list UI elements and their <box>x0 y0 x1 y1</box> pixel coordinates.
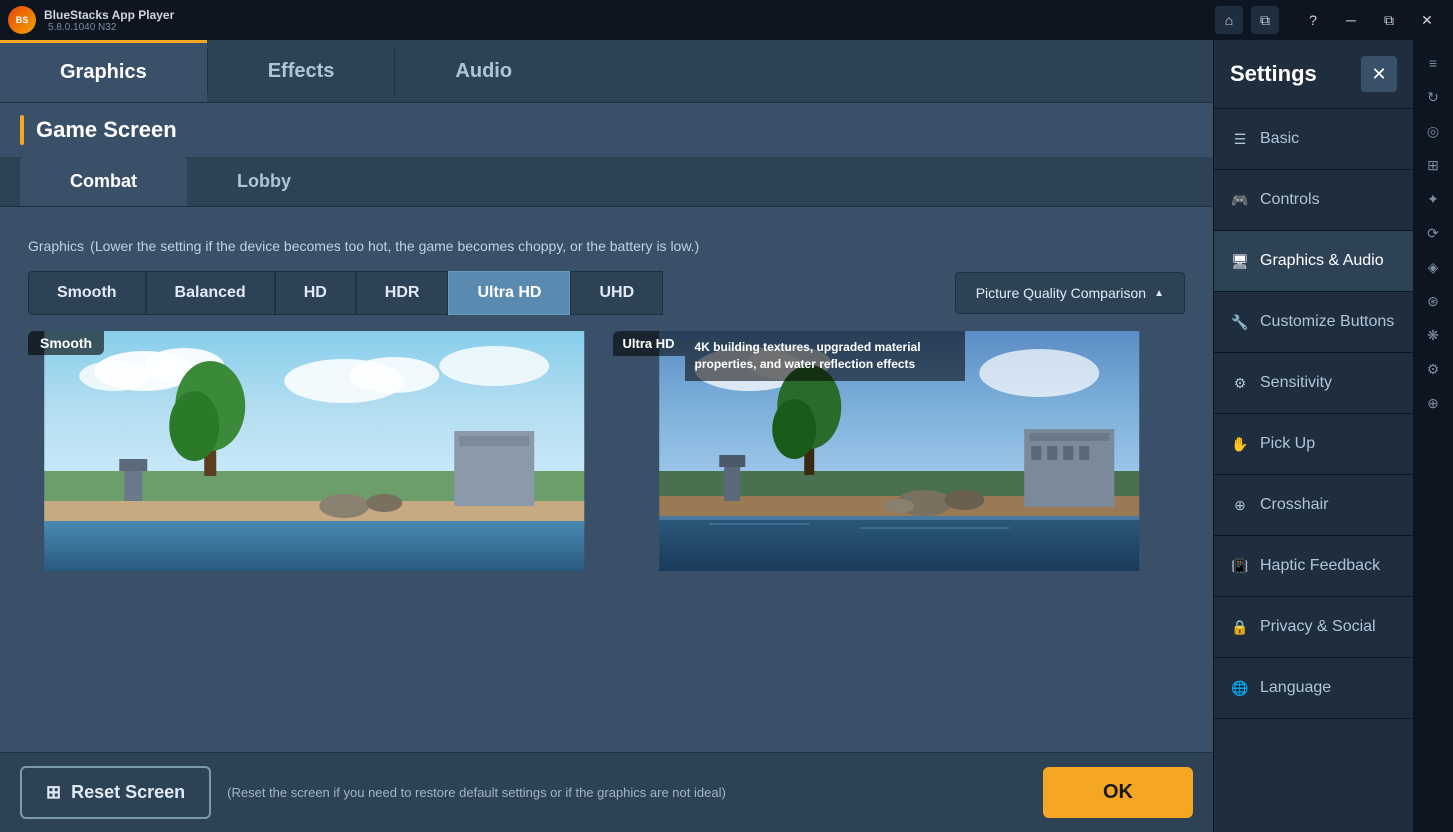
sub-tab-lobby[interactable]: Lobby <box>187 157 341 206</box>
graphics-icon: 🖥 <box>1230 251 1250 271</box>
app-name: BlueStacks App Player <box>44 8 174 22</box>
privacy-icon: 🔒 <box>1230 617 1250 637</box>
ok-button[interactable]: OK <box>1043 767 1193 818</box>
close-button[interactable]: ✕ <box>1409 6 1445 34</box>
quality-buttons: Smooth Balanced HD HDR Ultra HD UHD Pict… <box>28 271 1185 315</box>
app-logo: BS <box>8 6 36 34</box>
ultra-hd-description: 4K building textures, upgraded material … <box>685 331 965 381</box>
app-version: 5.8.0.1040 N32 <box>48 22 174 33</box>
strip-icon-8[interactable]: ⊛ <box>1418 286 1448 316</box>
customize-icon: 🔧 <box>1230 312 1250 332</box>
basic-icon: ☰ <box>1230 129 1250 149</box>
comparison-container: Smooth <box>28 331 1185 571</box>
tabs-button[interactable]: ⧉ <box>1251 6 1279 34</box>
sensitivity-icon: ⚙ <box>1230 373 1250 393</box>
strip-icon-6[interactable]: ⟳ <box>1418 218 1448 248</box>
section-header: Game Screen <box>0 103 1213 157</box>
close-settings-button[interactable]: ✕ <box>1361 56 1397 92</box>
language-icon: 🌐 <box>1230 678 1250 698</box>
reset-hint: (Reset the screen if you need to restore… <box>227 785 1027 800</box>
tab-effects[interactable]: Effects <box>208 40 395 102</box>
graphics-section: Graphics (Lower the setting if the devic… <box>28 231 1185 571</box>
minimize-button[interactable]: ─ <box>1333 6 1369 34</box>
right-icon-strip: ≡ ↻ ◎ ⊞ ✦ ⟳ ◈ ⊛ ❋ ⚙ ⊕ <box>1413 40 1453 832</box>
tab-bar: Graphics Effects Audio <box>0 40 1213 103</box>
reset-icon: ⊞ <box>46 782 61 803</box>
right-sidebar: Settings ✕ ☰ Basic 🎮 Controls 🖥 Graphics… <box>1213 40 1413 832</box>
sidebar-item-haptic-feedback[interactable]: 📳 Haptic Feedback <box>1214 536 1413 597</box>
quality-uhd[interactable]: UHD <box>570 271 663 315</box>
pickup-icon: ✋ <box>1230 434 1250 454</box>
sidebar-item-privacy-social[interactable]: 🔒 Privacy & Social <box>1214 597 1413 658</box>
restore-button[interactable]: ⧉ <box>1371 6 1407 34</box>
tab-audio[interactable]: Audio <box>395 40 572 102</box>
graphics-label: Graphics (Lower the setting if the devic… <box>28 231 1185 257</box>
smooth-scene: Smooth <box>28 331 601 571</box>
strip-icon-7[interactable]: ◈ <box>1418 252 1448 282</box>
quality-smooth[interactable]: Smooth <box>28 271 146 315</box>
sidebar-header: Settings ✕ <box>1214 40 1413 109</box>
help-button[interactable]: ? <box>1295 6 1331 34</box>
strip-icon-2[interactable]: ↻ <box>1418 82 1448 112</box>
home-button[interactable]: ⌂ <box>1215 6 1243 34</box>
titlebar: BS BlueStacks App Player 5.8.0.1040 N32 … <box>0 0 1453 40</box>
section-title: Game Screen <box>36 117 177 143</box>
sidebar-item-pickup[interactable]: ✋ Pick Up <box>1214 414 1413 475</box>
haptic-icon: 📳 <box>1230 556 1250 576</box>
crosshair-icon: ⊕ <box>1230 495 1250 515</box>
sidebar-item-language[interactable]: 🌐 Language <box>1214 658 1413 719</box>
strip-icon-5[interactable]: ✦ <box>1418 184 1448 214</box>
sidebar-title: Settings <box>1230 61 1317 87</box>
strip-icon-11[interactable]: ⊕ <box>1418 388 1448 418</box>
quality-balanced[interactable]: Balanced <box>146 271 275 315</box>
strip-icon-3[interactable]: ◎ <box>1418 116 1448 146</box>
ultra-hd-label: Ultra HD <box>613 331 685 356</box>
titlebar-nav: ⌂ ⧉ <box>1215 6 1279 34</box>
sidebar-items: ☰ Basic 🎮 Controls 🖥 Graphics & Audio 🔧 … <box>1214 109 1413 832</box>
sidebar-item-graphics-audio[interactable]: 🖥 Graphics & Audio <box>1214 231 1413 292</box>
section-indicator <box>20 115 24 145</box>
content-body: Graphics (Lower the setting if the devic… <box>0 207 1213 752</box>
sub-tab-combat[interactable]: Combat <box>20 157 187 206</box>
picture-quality-comparison-button[interactable]: Picture Quality Comparison ▲ <box>955 272 1185 314</box>
strip-icon-10[interactable]: ⚙ <box>1418 354 1448 384</box>
quality-hdr[interactable]: HDR <box>356 271 449 315</box>
tab-graphics[interactable]: Graphics <box>0 40 207 102</box>
sidebar-item-sensitivity[interactable]: ⚙ Sensitivity <box>1214 353 1413 414</box>
strip-icon-9[interactable]: ❋ <box>1418 320 1448 350</box>
main-layout: Graphics Effects Audio Game Screen Comba… <box>0 40 1453 832</box>
sub-tab-bar: Combat Lobby <box>0 157 1213 207</box>
ultra-hd-scene: Ultra HD 4K building textures, upgraded … <box>613 331 1186 571</box>
strip-icon-4[interactable]: ⊞ <box>1418 150 1448 180</box>
strip-icon-1[interactable]: ≡ <box>1418 48 1448 78</box>
content-area: Graphics Effects Audio Game Screen Comba… <box>0 40 1213 832</box>
window-controls: ? ─ ⧉ ✕ <box>1295 6 1445 34</box>
graphics-description: (Lower the setting if the device becomes… <box>90 238 699 254</box>
sidebar-item-crosshair[interactable]: ⊕ Crosshair <box>1214 475 1413 536</box>
quality-ultra-hd[interactable]: Ultra HD <box>448 271 570 315</box>
sidebar-item-controls[interactable]: 🎮 Controls <box>1214 170 1413 231</box>
smooth-label: Smooth <box>28 331 104 355</box>
controls-icon: 🎮 <box>1230 190 1250 210</box>
chevron-up-icon: ▲ <box>1154 288 1164 299</box>
reset-screen-button[interactable]: ⊞ Reset Screen <box>20 766 211 819</box>
sidebar-item-customize-buttons[interactable]: 🔧 Customize Buttons <box>1214 292 1413 353</box>
sidebar-item-basic[interactable]: ☰ Basic <box>1214 109 1413 170</box>
quality-hd[interactable]: HD <box>275 271 356 315</box>
bottom-bar: ⊞ Reset Screen (Reset the screen if you … <box>0 752 1213 832</box>
